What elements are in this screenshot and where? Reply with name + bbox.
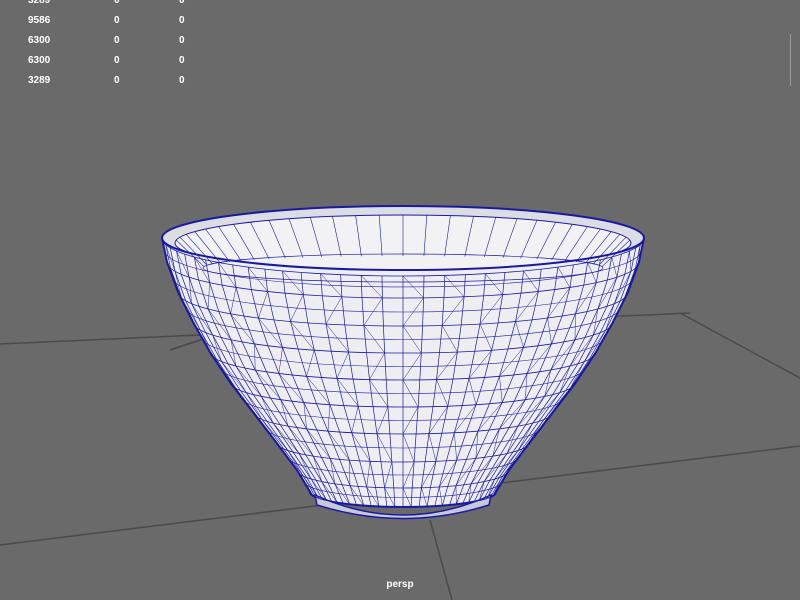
hud-value: 0 [114,35,120,46]
hud-value: 3289 [28,0,51,6]
hud-value: 9586 [28,15,51,26]
hud-value: 0 [114,75,120,86]
camera-name-label: persp [386,579,414,590]
hud-value: 0 [179,0,185,6]
hud-value: 0 [179,15,185,26]
hud-value: 0 [179,75,185,86]
hud-value: 3289 [28,75,51,86]
ground-grid-line [679,312,800,379]
hud-value: 0 [114,0,120,6]
hud-row: 9586 0 0 [0,15,220,35]
hud-value: 0 [114,55,120,66]
hud-value: 6300 [28,55,51,66]
poly-count-hud: 3289 0 0 9586 0 0 6300 0 0 6300 0 0 3289… [0,0,220,100]
view-cube-edge[interactable] [790,34,800,86]
hud-value: 0 [114,15,120,26]
hud-row: 3289 0 0 [0,75,220,95]
hud-value: 0 [179,55,185,66]
hud-value: 6300 [28,35,51,46]
3d-viewport[interactable]: 3289 0 0 9586 0 0 6300 0 0 6300 0 0 3289… [0,0,800,600]
hud-row: 3289 0 0 [0,0,220,15]
hud-row: 6300 0 0 [0,35,220,55]
hud-row: 6300 0 0 [0,55,220,75]
hud-value: 0 [179,35,185,46]
